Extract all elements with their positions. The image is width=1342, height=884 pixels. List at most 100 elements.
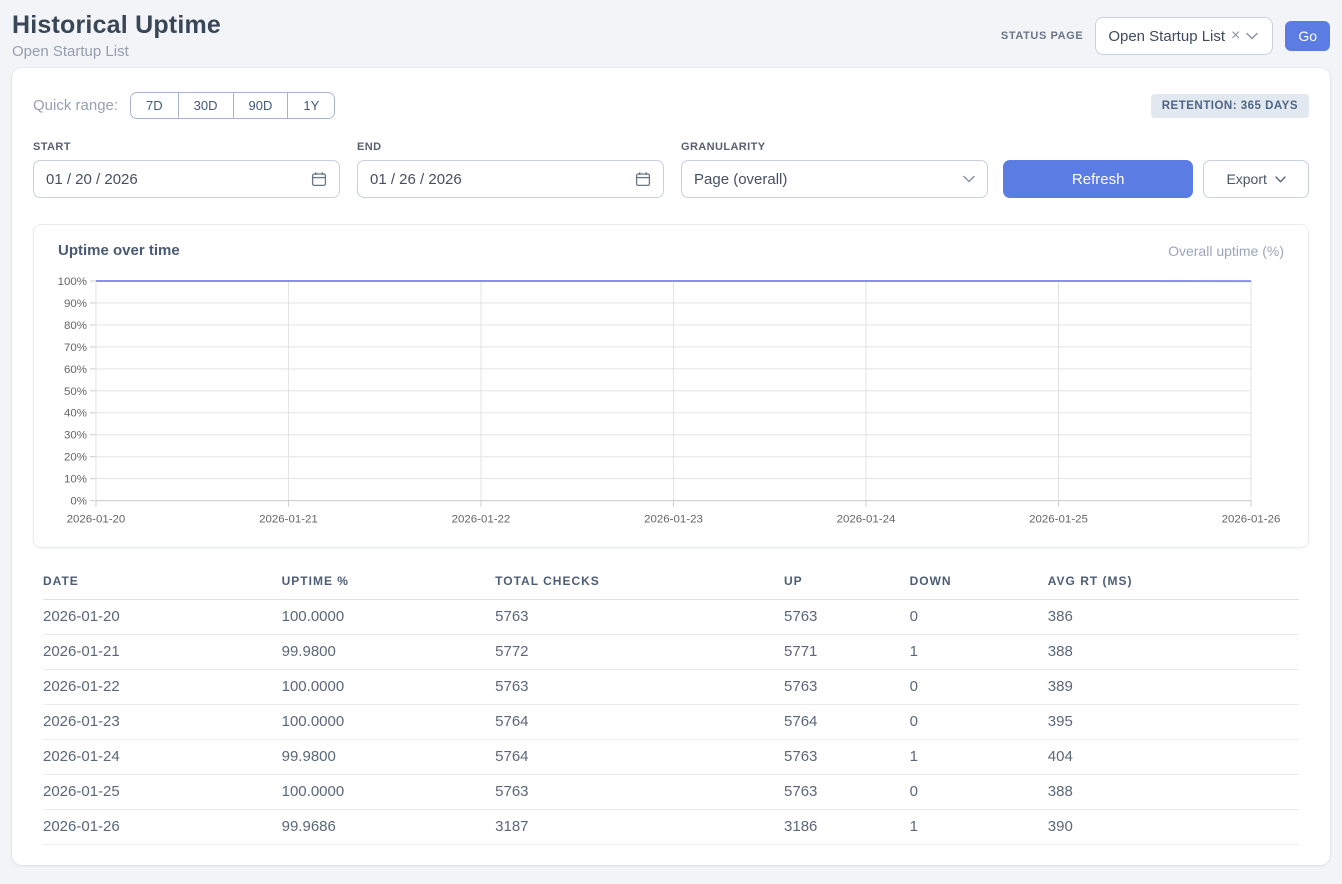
table-cell: 5764 (495, 739, 784, 774)
table-cell: 2026-01-23 (43, 704, 282, 739)
svg-text:2026-01-26: 2026-01-26 (1222, 514, 1281, 526)
table-cell: 2026-01-25 (43, 774, 282, 809)
table-cell: 100.0000 (282, 669, 496, 704)
column-header: UP (784, 570, 910, 600)
svg-text:20%: 20% (64, 452, 87, 464)
table-row: 2026-01-22100.0000576357630389 (43, 669, 1299, 704)
table-cell: 3186 (784, 809, 910, 844)
svg-text:70%: 70% (64, 342, 87, 354)
end-date-value: 01 / 26 / 2026 (370, 171, 462, 188)
start-date-input[interactable]: 01 / 20 / 2026 (33, 160, 340, 198)
svg-text:2026-01-25: 2026-01-25 (1029, 514, 1088, 526)
table-cell: 389 (1048, 669, 1299, 704)
chart-title: Uptime over time (58, 242, 180, 259)
granularity-value: Page (overall) (694, 171, 787, 188)
quick-range-7d-button[interactable]: 7D (131, 93, 178, 118)
svg-text:80%: 80% (64, 320, 87, 332)
uptime-table: DATEUPTIME %TOTAL CHECKSUPDOWNAVG RT (MS… (43, 570, 1299, 845)
table-row: 2026-01-2499.9800576457631404 (43, 739, 1299, 774)
go-button[interactable]: Go (1285, 21, 1330, 51)
export-label: Export (1226, 171, 1266, 187)
table-cell: 388 (1048, 634, 1299, 669)
start-date-field: START 01 / 20 / 2026 (33, 141, 340, 198)
table-cell: 1 (910, 809, 1048, 844)
table-cell: 5763 (495, 599, 784, 634)
table-cell: 390 (1048, 809, 1299, 844)
quick-range-label: Quick range: (33, 97, 118, 114)
table-header-row: DATEUPTIME %TOTAL CHECKSUPDOWNAVG RT (MS… (43, 570, 1299, 600)
table-cell: 5763 (784, 669, 910, 704)
table-cell: 5771 (784, 634, 910, 669)
main-panel: Quick range: 7D30D90D1Y RETENTION: 365 D… (12, 68, 1330, 865)
table-cell: 100.0000 (282, 704, 496, 739)
start-date-value: 01 / 20 / 2026 (46, 171, 138, 188)
quick-range-90d-button[interactable]: 90D (233, 93, 288, 118)
table-cell: 2026-01-26 (43, 809, 282, 844)
table-cell: 395 (1048, 704, 1299, 739)
table-cell: 0 (910, 669, 1048, 704)
status-page-label: STATUS PAGE (1001, 30, 1083, 42)
page-title: Historical Uptime (12, 11, 221, 40)
column-header: TOTAL CHECKS (495, 570, 784, 600)
uptime-line-chart[interactable]: 0%10%20%30%40%50%60%70%80%90%100%2026-01… (58, 273, 1284, 533)
table-cell: 2026-01-20 (43, 599, 282, 634)
svg-text:60%: 60% (64, 364, 87, 376)
table-row: 2026-01-25100.0000576357630388 (43, 774, 1299, 809)
granularity-field: GRANULARITY Page (overall) (681, 141, 988, 198)
table-cell: 2026-01-24 (43, 739, 282, 774)
column-header: DOWN (910, 570, 1048, 600)
filter-controls-row: START 01 / 20 / 2026 END 01 / 26 / 2026 … (33, 141, 1309, 198)
chart-header: Uptime over time Overall uptime (%) (58, 242, 1284, 259)
svg-text:2026-01-21: 2026-01-21 (259, 514, 318, 526)
table-cell: 386 (1048, 599, 1299, 634)
start-label: START (33, 141, 340, 153)
column-header: AVG RT (MS) (1048, 570, 1299, 600)
table-row: 2026-01-20100.0000576357630386 (43, 599, 1299, 634)
table-cell: 1 (910, 634, 1048, 669)
table-cell: 5764 (495, 704, 784, 739)
table-cell: 100.0000 (282, 774, 496, 809)
svg-text:10%: 10% (64, 474, 87, 486)
uptime-chart-card: Uptime over time Overall uptime (%) 0%10… (33, 224, 1309, 548)
svg-text:2026-01-22: 2026-01-22 (452, 514, 511, 526)
header-controls: STATUS PAGE Open Startup List × Go (1001, 17, 1330, 55)
page-header: Historical Uptime Open Startup List STAT… (0, 0, 1342, 68)
table-cell: 99.9800 (282, 634, 496, 669)
table-cell: 99.9686 (282, 809, 496, 844)
quick-range-1y-button[interactable]: 1Y (287, 93, 334, 118)
table-cell: 100.0000 (282, 599, 496, 634)
table-cell: 404 (1048, 739, 1299, 774)
column-header: DATE (43, 570, 282, 600)
retention-badge: RETENTION: 365 DAYS (1151, 94, 1309, 118)
calendar-icon[interactable] (311, 171, 327, 187)
export-button[interactable]: Export (1203, 160, 1309, 198)
chevron-down-icon (1275, 176, 1286, 183)
svg-text:90%: 90% (64, 298, 87, 310)
table-cell: 5763 (495, 669, 784, 704)
chevron-down-icon (1246, 32, 1258, 40)
table-row: 2026-01-2199.9800577257711388 (43, 634, 1299, 669)
quick-range-group: 7D30D90D1Y (130, 92, 335, 119)
svg-text:40%: 40% (64, 408, 87, 420)
column-header: UPTIME % (282, 570, 496, 600)
granularity-select[interactable]: Page (overall) (681, 160, 988, 198)
quick-range-30d-button[interactable]: 30D (178, 93, 233, 118)
table-cell: 0 (910, 704, 1048, 739)
end-label: END (357, 141, 664, 153)
svg-text:2026-01-24: 2026-01-24 (837, 514, 896, 526)
status-page-select[interactable]: Open Startup List × (1095, 17, 1273, 55)
clear-icon[interactable]: × (1231, 28, 1240, 44)
table-cell: 3187 (495, 809, 784, 844)
table-row: 2026-01-23100.0000576457640395 (43, 704, 1299, 739)
end-date-input[interactable]: 01 / 26 / 2026 (357, 160, 664, 198)
end-date-field: END 01 / 26 / 2026 (357, 141, 664, 198)
svg-text:30%: 30% (64, 430, 87, 442)
refresh-button[interactable]: Refresh (1003, 160, 1193, 198)
status-page-value: Open Startup List (1108, 28, 1225, 45)
svg-text:2026-01-20: 2026-01-20 (67, 514, 126, 526)
table-cell: 2026-01-22 (43, 669, 282, 704)
calendar-icon[interactable] (635, 171, 651, 187)
uptime-table-wrap: DATEUPTIME %TOTAL CHECKSUPDOWNAVG RT (MS… (43, 570, 1299, 845)
chart-legend: Overall uptime (%) (1168, 243, 1284, 259)
table-cell: 0 (910, 774, 1048, 809)
